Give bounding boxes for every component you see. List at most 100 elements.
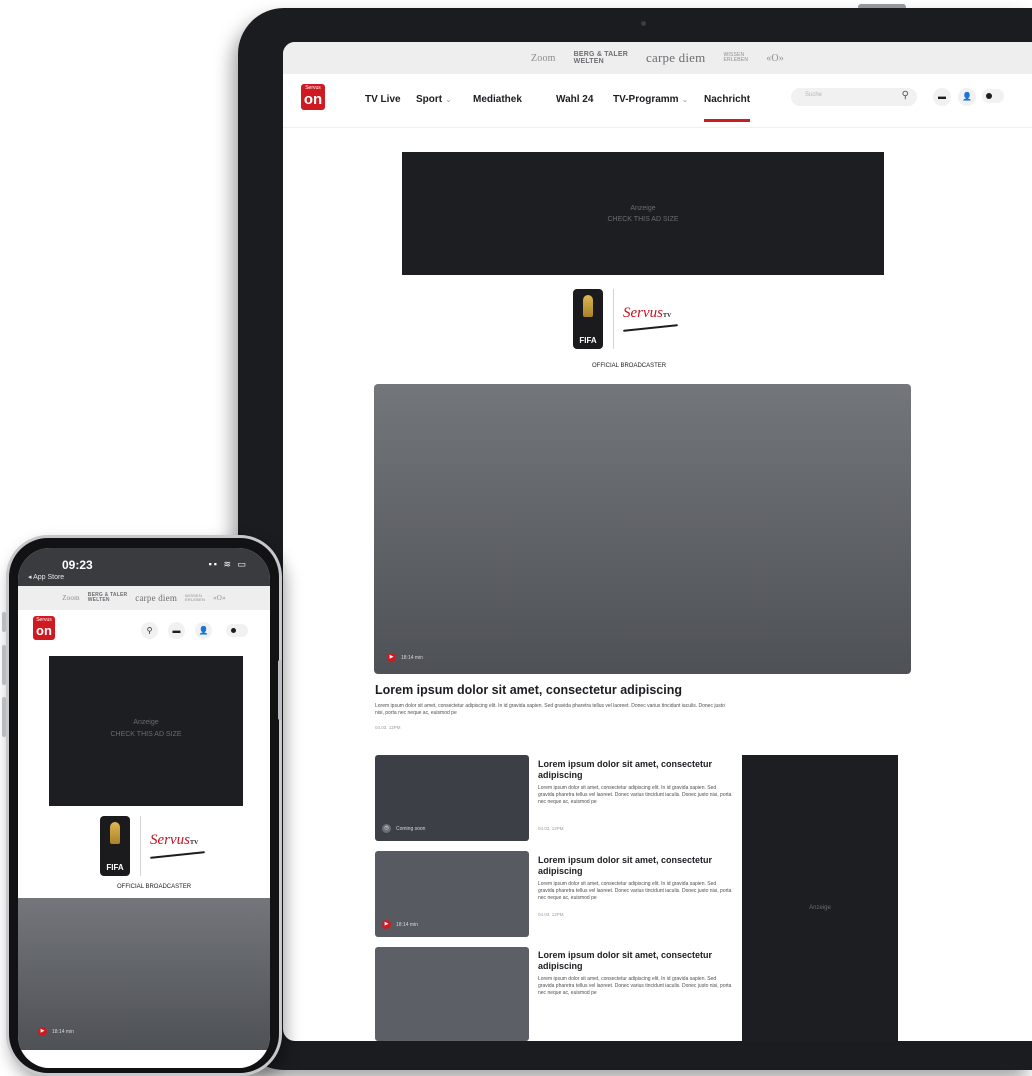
play-icon: ▶ <box>387 653 396 662</box>
top-ad-banner[interactable]: Anzeige CHECK THIS AD SIZE <box>402 152 884 275</box>
card-thumbnail[interactable] <box>375 947 529 1041</box>
fifa-broadcaster-logo: FIFA ServusTV <box>573 289 703 354</box>
search-icon[interactable]: ⚲ <box>902 90 909 101</box>
nav-item-tv-live[interactable]: TV Live <box>365 94 401 105</box>
card-badge-text: Coming soon <box>396 825 426 832</box>
tablet-screen: Zoom BERG & TALER WELTEN carpe diem WISSE… <box>283 42 1032 1041</box>
phone-home-area <box>18 1050 270 1068</box>
hero-video[interactable]: ▶ 18:14 min <box>374 384 911 674</box>
main-navigation: Servus on TV Live Sport ⌄ Mediathek Wahl … <box>283 74 1032 128</box>
phone-mute-switch <box>2 612 6 632</box>
fifa-2026-emblem: FIFA <box>100 816 130 876</box>
brand-bergwelten[interactable]: BERG & TALER WELTEN <box>574 51 628 65</box>
card-teaser: Lorem ipsum dolor sit amet, consectetur … <box>538 881 732 901</box>
card-teaser: Lorem ipsum dolor sit amet, consectetur … <box>538 976 732 996</box>
nav-item-mediathek[interactable]: Mediathek <box>473 94 522 105</box>
servus-tv-logo: ServusTV <box>623 305 671 322</box>
fifa-label: FIFA <box>106 863 124 872</box>
theme-toggle[interactable] <box>226 624 248 637</box>
chevron-down-icon: ⌄ <box>681 95 689 104</box>
card-thumbnail[interactable]: ▶ 18:14 min <box>375 851 529 937</box>
logo-divider <box>140 816 141 876</box>
card-badge: ▶ 18:14 min <box>382 920 418 929</box>
servus-tv-word: TV <box>663 313 672 319</box>
hero-duration: 18:14 min <box>401 654 423 661</box>
phone-volume-down <box>2 697 6 737</box>
play-icon: ▶ <box>382 920 391 929</box>
search-input[interactable]: Suche ⚲ <box>791 88 917 106</box>
play-icon: ▶ <box>38 1027 47 1036</box>
nav-item-tv-programm-label: TV-Programm <box>613 94 679 105</box>
logo-main: on <box>303 91 323 108</box>
messages-icon[interactable]: ▬ <box>933 88 951 106</box>
status-indicators: ▪▪ ≋ ▭ <box>208 559 248 569</box>
brand-bergwelten-line2: WELTEN <box>87 597 110 603</box>
user-icon[interactable]: 👤 <box>958 88 976 106</box>
phone-screen: 09:23 ◂ App Store ▪▪ ≋ ▭ Zoom BERG & TAL… <box>18 548 270 1068</box>
servus-tv-word: TV <box>190 840 199 846</box>
hero-date: 04.03. 12PM <box>375 725 401 730</box>
brand-bar: Zoom BERG & TALER WELTEN carpe diem WISSE… <box>283 42 1032 74</box>
back-to-app-store[interactable]: ◂ App Store <box>28 573 64 581</box>
card-thumbnail[interactable]: ◷ Coming soon <box>375 755 529 841</box>
nav-item-tv-programm[interactable]: TV-Programm ⌄ <box>613 94 688 105</box>
brand-bergwelten-line2: WELTEN <box>573 58 604 65</box>
nav-active-indicator <box>704 119 750 122</box>
search-icon[interactable]: ⚲ <box>141 622 158 639</box>
phone-volume-up <box>2 645 6 685</box>
sidebar-ad[interactable]: Anzeige <box>742 755 898 1041</box>
brand-carpe-diem[interactable]: carpe diem <box>646 50 705 66</box>
nav-item-sport-label: Sport <box>416 94 443 105</box>
official-broadcaster-caption: OFFICIAL BROADCASTER <box>117 884 192 890</box>
logo-pre: Servus <box>36 617 52 623</box>
ad-sublabel: CHECK THIS AD SIZE <box>607 216 679 223</box>
nav-item-sport[interactable]: Sport ⌄ <box>416 94 452 105</box>
servus-on-logo[interactable]: Servus on <box>301 84 325 110</box>
hero-duration-badge: ▶ 18:14 min <box>387 653 423 662</box>
phone-ad-banner[interactable]: Anzeige CHECK THIS AD SIZE <box>49 656 243 806</box>
card-badge: ◷ Coming soon <box>382 824 425 833</box>
theme-toggle[interactable] <box>982 89 1004 103</box>
brand-carpe-diem[interactable]: carpe diem <box>135 593 177 603</box>
search-placeholder: Suche <box>805 92 823 98</box>
ad-sublabel: CHECK THIS AD SIZE <box>110 731 182 738</box>
fifa-2026-emblem: FIFA <box>573 289 603 349</box>
nav-item-nachricht[interactable]: Nachricht <box>704 94 750 105</box>
phone-hero-video[interactable]: ▶ 18:14 min <box>18 898 270 1050</box>
hero-duration: 18:14 min <box>52 1028 74 1035</box>
brand-wissen-erleben[interactable]: WISSEN ERLEBEN <box>185 594 205 602</box>
logo-main: on <box>36 623 52 638</box>
servus-tv-logo: ServusTV <box>150 832 198 849</box>
fifa-broadcaster-logo: FIFA ServusTV <box>100 816 230 878</box>
servus-swoosh <box>623 324 678 332</box>
brand-bergwelten[interactable]: BERG & TALER WELTEN <box>88 593 128 603</box>
brand-zoom[interactable]: Zoom <box>531 53 556 64</box>
phone-side-button <box>278 660 282 720</box>
servus-on-logo[interactable]: Servus on <box>33 616 55 640</box>
tablet-camera <box>641 21 646 26</box>
card-title[interactable]: Lorem ipsum dolor sit amet, consectetur … <box>538 950 733 972</box>
card-title[interactable]: Lorem ipsum dolor sit amet, consectetur … <box>538 855 733 877</box>
trophy-icon <box>583 295 593 317</box>
brand-fifth[interactable]: «O» <box>766 53 784 64</box>
servus-swoosh <box>150 851 205 859</box>
user-icon[interactable]: 👤 <box>195 622 212 639</box>
ad-label: Anzeige <box>133 719 159 726</box>
card-title[interactable]: Lorem ipsum dolor sit amet, consectetur … <box>538 759 733 781</box>
nav-item-wahl-24[interactable]: Wahl 24 <box>556 94 593 105</box>
tablet-device: Zoom BERG & TALER WELTEN carpe diem WISSE… <box>238 8 1032 1070</box>
trophy-icon <box>110 822 120 844</box>
brand-zoom[interactable]: Zoom <box>62 594 80 602</box>
brand-wissen-erleben[interactable]: WISSEN ERLEBEN <box>723 53 748 63</box>
hero-title[interactable]: Lorem ipsum dolor sit amet, consectetur … <box>375 683 682 697</box>
clock-icon: ◷ <box>382 824 391 833</box>
hero-duration-badge: ▶ 18:14 min <box>38 1027 74 1036</box>
phone-device: 09:23 ◂ App Store ▪▪ ≋ ▭ Zoom BERG & TAL… <box>6 535 282 1076</box>
brand-wissen-line2: ERLEBEN <box>185 597 206 602</box>
chevron-down-icon: ⌄ <box>445 95 452 104</box>
messages-icon[interactable]: ▬ <box>168 622 185 639</box>
brand-fifth[interactable]: «O» <box>213 594 226 602</box>
phone-status-bar: 09:23 ◂ App Store ▪▪ ≋ ▭ <box>18 548 270 586</box>
card-teaser: Lorem ipsum dolor sit amet, consectetur … <box>538 785 732 805</box>
logo-divider <box>613 289 614 349</box>
